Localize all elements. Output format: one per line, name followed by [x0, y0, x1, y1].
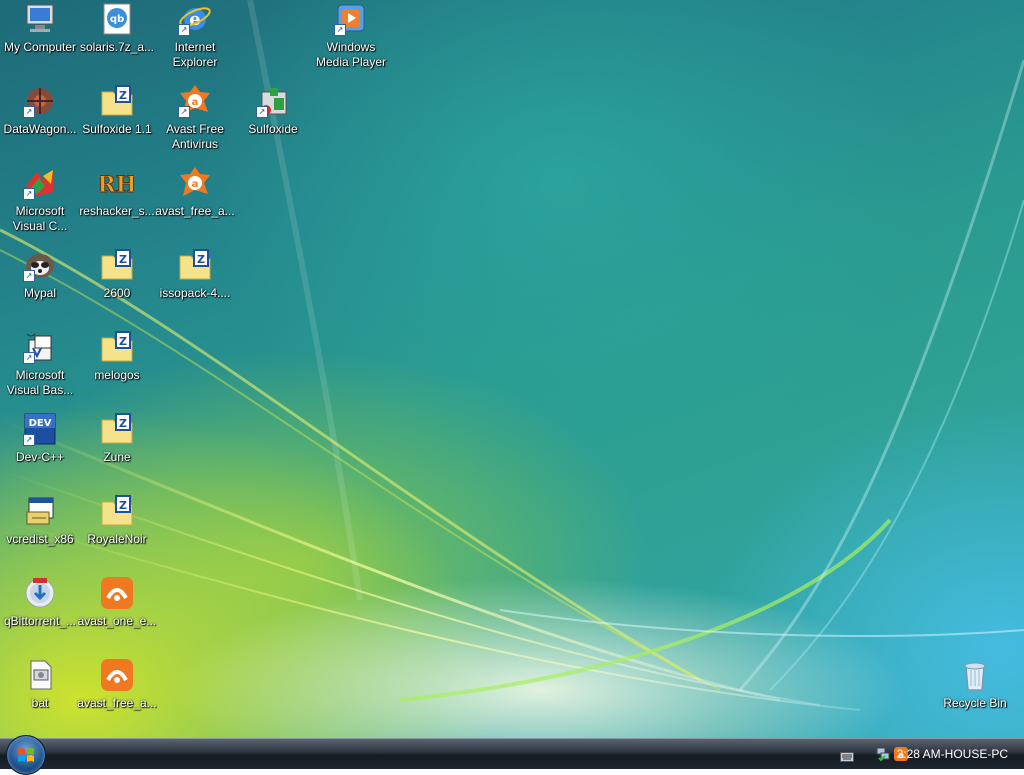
batch-file-icon	[23, 658, 57, 692]
svg-text:Z: Z	[119, 253, 127, 266]
network-icon[interactable]	[876, 746, 890, 762]
svg-text:a: a	[192, 179, 199, 190]
computer-icon	[23, 2, 57, 36]
zip-folder-icon: Z	[100, 248, 134, 282]
desktop-icon-issopack[interactable]: Z issopack-4....	[155, 248, 235, 328]
desktop-icon-sulfoxide-1-1[interactable]: Z Sulfoxide 1.1	[77, 84, 157, 164]
zip-folder-icon: Z	[100, 412, 134, 446]
avast-icon: a ↗	[178, 84, 212, 118]
desktop-icon-datawagon[interactable]: ↗ DataWagon...	[0, 84, 80, 164]
avast-installer-icon: a	[178, 166, 212, 200]
start-button[interactable]	[6, 735, 46, 775]
desktop-icon-visual-basic[interactable]: ↗ Microsoft Visual Bas...	[0, 330, 80, 410]
desktop-icon-recycle-bin[interactable]: Recycle Bin	[935, 658, 1015, 738]
avast-one-icon	[100, 576, 134, 610]
zip-folder-icon: Z	[100, 84, 134, 118]
zip-folder-icon: Z	[100, 330, 134, 364]
desktop-icon-qbittorrent-installer[interactable]: qBittorrent_...	[0, 576, 80, 656]
desktop-icon-reshacker[interactable]: RH reshacker_s...	[77, 166, 157, 246]
datawagon-icon: ↗	[23, 84, 57, 118]
svg-text:a: a	[192, 97, 199, 108]
svg-text:qb: qb	[110, 14, 124, 25]
mypal-icon: ↗	[23, 248, 57, 282]
taskbar: a 2:28 AM-HOUSE-PC	[0, 735, 1024, 775]
recycle-bin-icon	[958, 658, 992, 692]
desktop-icon-windows-media-player[interactable]: ↗ Windows Media Player	[311, 2, 391, 82]
desktop[interactable]: My Computer ↗ DataWagon... ↗ Microsoft V…	[0, 0, 1024, 738]
devcpp-icon: DEV ↗	[23, 412, 57, 446]
windows-orb-icon	[16, 745, 36, 765]
installer-icon	[23, 494, 57, 528]
desktop-icon-visual-c[interactable]: ↗ Microsoft Visual C...	[0, 166, 80, 246]
desktop-icon-dev-cpp[interactable]: DEV ↗ Dev-C++	[0, 412, 80, 492]
desktop-icon-my-computer[interactable]: My Computer	[0, 2, 80, 82]
desktop-icon-avast-free-a-2[interactable]: avast_free_a...	[77, 658, 157, 738]
desktop-icon-royalenoir[interactable]: Z RoyaleNoir	[77, 494, 157, 574]
svg-text:Z: Z	[119, 89, 127, 102]
qbittorrent-installer-icon	[23, 576, 57, 610]
zip-folder-icon: Z	[100, 494, 134, 528]
desktop-icon-avast-free-antivirus[interactable]: a ↗ Avast Free Antivirus	[155, 84, 235, 164]
media-player-icon: ↗	[334, 2, 368, 36]
desktop-icon-solaris[interactable]: qb solaris.7z_a...	[77, 2, 157, 82]
zip-folder-icon: Z	[178, 248, 212, 282]
svg-text:Z: Z	[119, 417, 127, 430]
system-tray: a 2:28 AM-HOUSE-PC	[814, 739, 1024, 769]
desktop-icon-sulfoxide[interactable]: ↗ Sulfoxide	[233, 84, 313, 164]
visual-c-icon: ↗	[23, 166, 57, 200]
qbittorrent-file-icon: qb	[100, 2, 134, 36]
desktop-icon-zune[interactable]: Z Zune	[77, 412, 157, 492]
svg-text:Z: Z	[119, 499, 127, 512]
visual-basic-icon: ↗	[23, 330, 57, 364]
keyboard-icon[interactable]	[840, 748, 854, 762]
reshacker-icon: RH	[97, 166, 137, 200]
desktop-icon-avast-free-a[interactable]: a avast_free_a...	[155, 166, 235, 246]
svg-text:Z: Z	[119, 335, 127, 348]
desktop-icon-avast-one-e[interactable]: avast_one_e...	[77, 576, 157, 656]
sulfoxide-icon: ↗	[256, 84, 290, 118]
desktop-icon-melogos[interactable]: Z melogos	[77, 330, 157, 410]
desktop-icon-mypal[interactable]: ↗ Mypal	[0, 248, 80, 328]
svg-text:RH: RH	[100, 172, 134, 198]
taskbar-clock[interactable]: 2:28 AM-HOUSE-PC	[897, 747, 1008, 761]
desktop-icon-vcredist[interactable]: vcredist_x86	[0, 494, 80, 574]
internet-explorer-icon: e ↗	[178, 2, 212, 36]
desktop-icon-internet-explorer[interactable]: e ↗ Internet Explorer	[155, 2, 235, 82]
desktop-icon-bat[interactable]: bat	[0, 658, 80, 738]
svg-text:Z: Z	[197, 253, 205, 266]
desktop-icon-2600[interactable]: Z 2600	[77, 248, 157, 328]
svg-text:DEV: DEV	[29, 418, 52, 429]
avast-one-icon	[100, 658, 134, 692]
